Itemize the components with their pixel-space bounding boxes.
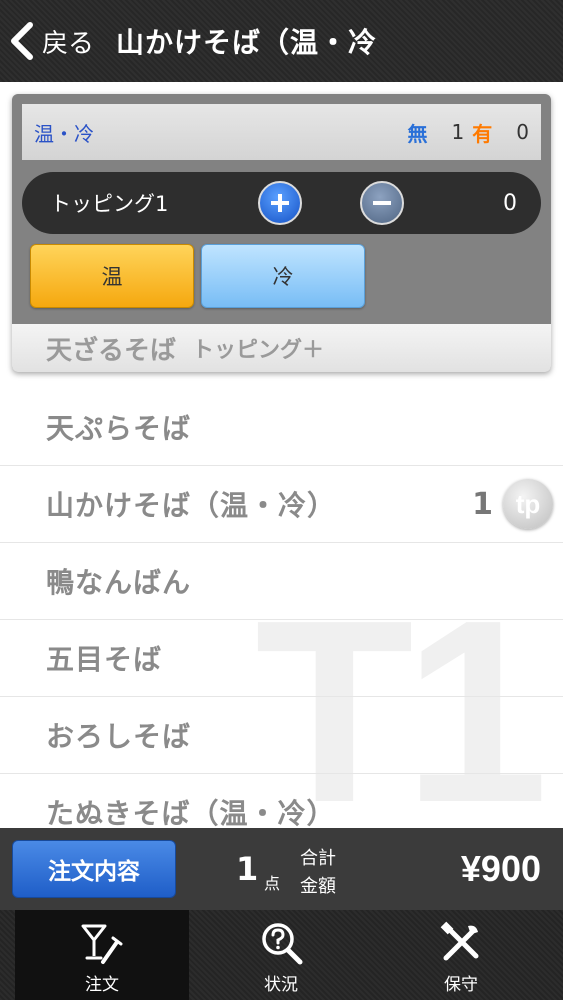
- topping-stepper: トッピング1 0: [22, 172, 541, 234]
- option-group-header: 温・冷 無 1 有 0: [22, 104, 541, 160]
- menu-item-label: 天ぷらそば: [46, 412, 192, 445]
- magnifier-question-icon: [262, 923, 303, 965]
- back-button[interactable]: 戻る: [8, 21, 94, 61]
- tab-order[interactable]: 注文: [15, 910, 189, 1000]
- total-label-1: 合計: [300, 848, 336, 869]
- cocktail-fork-icon: [81, 924, 123, 964]
- order-summary-bar: 注文内容 1 点 合計 金額 ¥900: [0, 828, 563, 910]
- total-amount: ¥900: [460, 848, 541, 889]
- plus-button[interactable]: [258, 181, 302, 225]
- page-title: 山かけそば（温・冷: [116, 26, 378, 59]
- minus-icon: [373, 201, 391, 205]
- yes-count: 0: [516, 120, 529, 144]
- none-label: 無: [407, 121, 428, 146]
- menu-item-quantity: 1: [472, 486, 493, 522]
- menu-item-yamakake-soba[interactable]: 山かけそば（温・冷） 1 tp: [0, 466, 563, 543]
- chevron-left-icon: [11, 22, 33, 60]
- menu-item-gomoku-soba[interactable]: 五目そば: [0, 620, 563, 697]
- popup-footer: 天ざるそば トッピング＋: [12, 324, 551, 372]
- menu-item-oroshi-soba[interactable]: おろしそば: [0, 697, 563, 774]
- menu-item-tanuki-soba[interactable]: たぬきそば（温・冷）: [0, 774, 563, 828]
- tab-bar: 注文 状況 保守: [0, 910, 563, 1000]
- tools-icon: [440, 921, 479, 961]
- option-hot-label: 温: [101, 265, 123, 289]
- topping-count: 0: [503, 190, 517, 216]
- menu-item-tempura-soba[interactable]: 天ぷらそば: [0, 389, 563, 466]
- none-count: 1: [451, 120, 465, 144]
- minus-button[interactable]: [360, 181, 404, 225]
- back-label: 戻る: [42, 28, 95, 59]
- header: 戻る 山かけそば（温・冷: [0, 0, 563, 82]
- tab-maintenance-label: 保守: [444, 975, 478, 995]
- option-hot-button[interactable]: 温: [30, 244, 194, 308]
- menu-item-label: 鴨なんばん: [46, 566, 192, 599]
- order-details-button[interactable]: 注文内容: [12, 840, 176, 898]
- menu-item-label: 山かけそば（温・冷）: [46, 489, 337, 522]
- menu-item-label: たぬきそば（温・冷）: [46, 797, 336, 828]
- yes-label: 有: [472, 121, 493, 146]
- tab-order-label: 注文: [85, 975, 119, 995]
- item-count: 1: [236, 850, 259, 888]
- topping-badge[interactable]: tp: [503, 479, 553, 529]
- tab-maintenance[interactable]: 保守: [374, 910, 548, 1000]
- menu-item-label: 五目そば: [46, 643, 163, 676]
- tab-status-label: 状況: [264, 975, 298, 995]
- popup-footer-item: 天ざるそば: [46, 335, 177, 366]
- item-count-unit: 点: [264, 874, 281, 893]
- option-popup: 温・冷 無 1 有 0 トッピング1 0 温 冷 天ざるそば トッピング＋: [12, 94, 551, 372]
- topping-label: トッピング1: [50, 192, 169, 216]
- menu-item-label: おろしそば: [46, 720, 192, 753]
- option-group-label: 温・冷: [34, 121, 94, 146]
- option-counts: 無 1 有 0: [408, 118, 529, 147]
- total-label-2: 金額: [300, 876, 336, 897]
- option-cold-button[interactable]: 冷: [201, 244, 365, 308]
- menu-item-kamo-nanban[interactable]: 鴨なんばん: [0, 543, 563, 620]
- tab-status[interactable]: 状況: [194, 910, 368, 1000]
- option-cold-label: 冷: [272, 265, 294, 289]
- plus-icon: [271, 194, 289, 212]
- topping-plus-label[interactable]: トッピング＋: [192, 332, 324, 364]
